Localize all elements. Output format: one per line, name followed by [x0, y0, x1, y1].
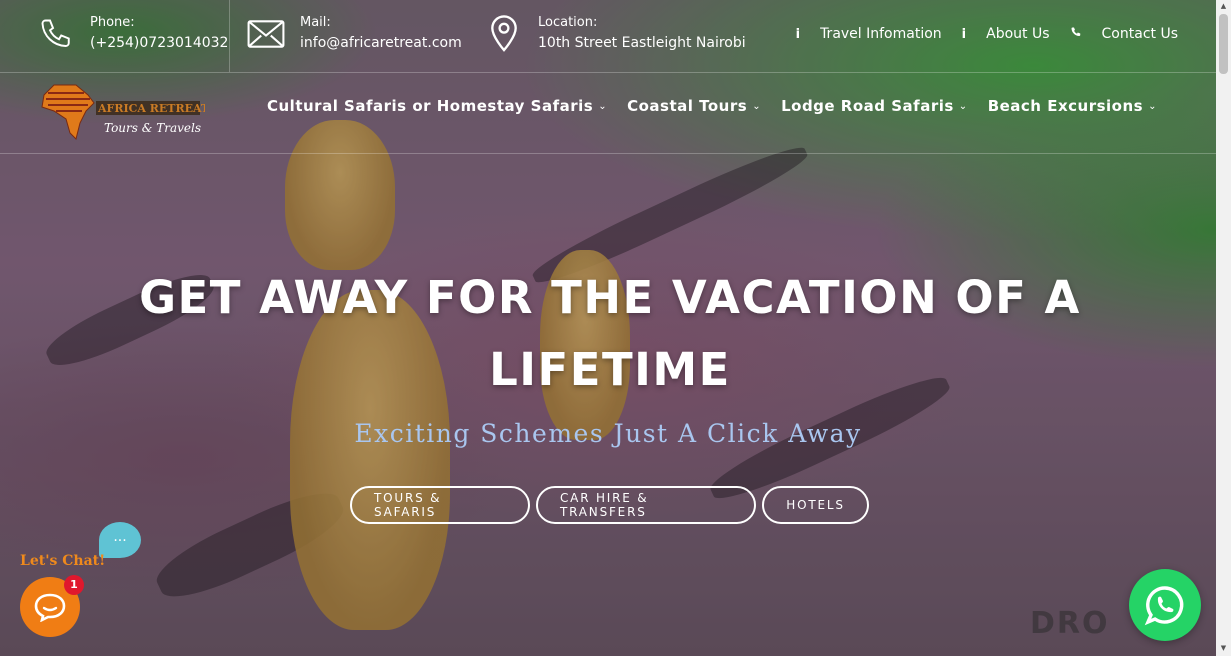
chat-speech-bubble: ...	[99, 522, 141, 558]
phone-contact[interactable]: Phone: (+254)0723014032	[36, 12, 228, 56]
tours-safaris-button[interactable]: TOURS & SAFARIS	[350, 486, 530, 524]
nav-item-lodge-road-safaris[interactable]: Lodge Road Safaris ⌄	[781, 97, 968, 115]
mail-label: Mail:	[300, 15, 331, 30]
nav-item-beach-excursions[interactable]: Beach Excursions ⌄	[988, 97, 1157, 115]
scrollbar-thumb[interactable]	[1219, 14, 1228, 74]
phone-icon	[1070, 26, 1082, 42]
chevron-down-icon: ⌄	[752, 100, 762, 112]
top-link-label: Contact Us	[1101, 26, 1178, 42]
hotels-button[interactable]: HOTELS	[762, 486, 869, 524]
phone-label: Phone:	[90, 15, 135, 30]
location-contact: Location: 10th Street Eastleight Nairobi	[484, 12, 746, 56]
mail-value[interactable]: info@africaretreat.com	[300, 33, 462, 54]
nav-item-label: Beach Excursions	[987, 97, 1144, 115]
divider	[229, 0, 230, 72]
whatsapp-button[interactable]	[1129, 569, 1201, 641]
location-value: 10th Street Eastleight Nairobi	[538, 35, 746, 51]
top-links: i Travel Infomation i About Us Contact U…	[776, 26, 1178, 42]
nav-item-coastal-tours[interactable]: Coastal Tours ⌄	[627, 97, 761, 115]
hero-buttons: TOURS & SAFARIS CAR HIRE & TRANSFERS HOT…	[350, 486, 875, 524]
info-icon: i	[795, 26, 801, 42]
nav-item-label: Coastal Tours	[627, 97, 748, 115]
chevron-down-icon: ⌄	[598, 100, 608, 112]
top-link-about-us[interactable]: i About Us	[962, 26, 1050, 42]
lets-chat-label: Let's Chat!	[20, 553, 106, 569]
phone-value[interactable]: (+254)0723014032	[90, 33, 228, 54]
nav-item-label: Cultural Safaris or Homestay Safaris	[267, 97, 594, 115]
svg-text:AFRICA RETREAT: AFRICA RETREAT	[97, 102, 205, 115]
scroll-down-arrow-icon[interactable]: ▼	[1216, 644, 1231, 652]
site-logo[interactable]: AFRICA RETREAT Tours & Travels	[40, 81, 210, 143]
nav-item-label: Lodge Road Safaris	[781, 97, 954, 115]
hero-headline-line2: LIFETIME	[489, 343, 731, 396]
scroll-up-arrow-icon[interactable]: ▲	[1216, 2, 1231, 10]
top-link-travel-information[interactable]: i Travel Infomation	[796, 26, 942, 42]
chevron-down-icon: ⌄	[958, 100, 968, 112]
top-link-label: About Us	[986, 26, 1050, 42]
hero-subheadline: Exciting Schemes Just A Click Away	[354, 419, 862, 448]
nav-item-cultural-safaris[interactable]: Cultural Safaris or Homestay Safaris ⌄	[267, 97, 607, 115]
hero-headline: GET AWAY FOR THE VACATION OF A LIFETIME	[130, 262, 1090, 406]
info-icon: i	[961, 26, 967, 42]
chat-icon	[34, 593, 66, 622]
notification-badge: 1	[64, 575, 84, 595]
whatsapp-icon	[1144, 586, 1184, 626]
top-contact-bar: Phone: (+254)0723014032 Mail: info@afric…	[0, 0, 1216, 73]
watermark: DRO	[1030, 606, 1110, 641]
mail-contact[interactable]: Mail: info@africaretreat.com	[246, 12, 462, 56]
logo-graphic: AFRICA RETREAT Tours & Travels	[41, 84, 210, 140]
top-link-contact-us[interactable]: Contact Us	[1070, 26, 1178, 42]
car-hire-transfers-button[interactable]: CAR HIRE & TRANSFERS	[536, 486, 756, 524]
page-scrollbar[interactable]: ▲ ▼	[1216, 0, 1231, 656]
main-navbar: AFRICA RETREAT Tours & Travels Cultural …	[0, 73, 1216, 154]
location-pin-icon	[484, 12, 524, 56]
location-label: Location:	[538, 15, 598, 30]
hero-headline-line1: GET AWAY FOR THE VACATION OF A	[139, 271, 1081, 324]
phone-icon	[36, 12, 76, 56]
main-menu: Cultural Safaris or Homestay Safaris ⌄ C…	[267, 97, 1177, 115]
top-link-label: Travel Infomation	[820, 26, 942, 42]
svg-text:Tours & Travels: Tours & Travels	[104, 121, 201, 135]
chevron-down-icon: ⌄	[1148, 100, 1157, 112]
mail-icon	[246, 12, 286, 56]
